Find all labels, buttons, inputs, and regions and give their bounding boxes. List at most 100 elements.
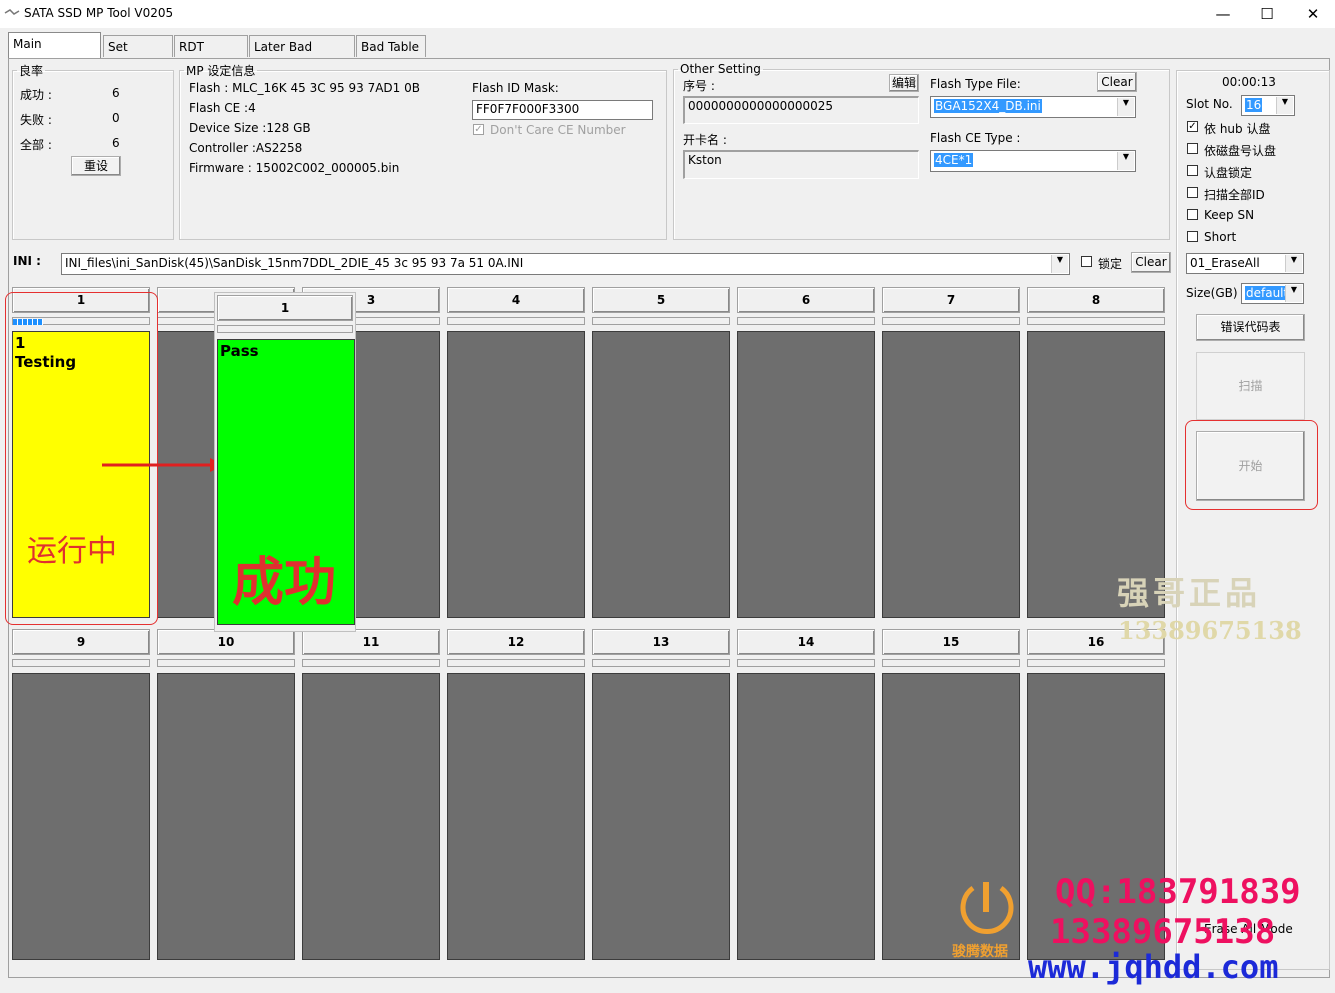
fail-value: 0: [112, 111, 120, 125]
slot-header-bottom-4[interactable]: 12: [447, 629, 585, 655]
option-checkbox[interactable]: [1187, 143, 1198, 154]
chevron-down-icon[interactable]: ▼: [1051, 255, 1068, 273]
flash-type-file-select[interactable]: BGA152X4_DB.ini ▼: [930, 96, 1136, 118]
slot-header-top-6[interactable]: 6: [737, 287, 875, 313]
maximize-button[interactable]: ☐: [1252, 4, 1282, 24]
chevron-down-icon[interactable]: ▼: [1117, 152, 1134, 170]
slot-header-top-8[interactable]: 8: [1027, 287, 1165, 313]
ini-file-select[interactable]: INI_files\ini_SanDisk(45)\SanDisk_15nm7D…: [61, 253, 1070, 275]
slot-no-select[interactable]: 16 ▼: [1241, 95, 1295, 116]
slot-status-bar-bottom-8: [1027, 659, 1165, 667]
slot-body-top-5[interactable]: [592, 331, 730, 618]
slot-header-top-5[interactable]: 5: [592, 287, 730, 313]
dont-care-ce-label: Don't Care CE Number: [490, 123, 626, 137]
error-code-button[interactable]: 错误代码表: [1196, 314, 1305, 341]
slot-header-bottom-2[interactable]: 10: [157, 629, 295, 655]
option-checkbox[interactable]: [1187, 231, 1198, 242]
logo-text: 骏腾数据: [952, 944, 1008, 960]
title-bar: SATA SSD MP Tool V0205 — ☐ ✕: [0, 0, 1335, 28]
option-label: Short: [1204, 230, 1237, 244]
slot-status-bar-top-4: [447, 317, 585, 325]
slot-no-label: Slot No.: [1186, 97, 1233, 111]
slot-body-top-4[interactable]: [447, 331, 585, 618]
slot-status-bar-top-6: [737, 317, 875, 325]
option-checkbox[interactable]: [1187, 165, 1198, 176]
slot-body-bottom-3[interactable]: [302, 673, 440, 960]
slot-header-bottom-1[interactable]: 9: [12, 629, 150, 655]
slot-header-bottom-5[interactable]: 13: [592, 629, 730, 655]
phone2-watermark: 13389675138: [1050, 912, 1276, 952]
option-checkbox[interactable]: [1187, 209, 1198, 220]
slot-status-bar-bottom-7: [882, 659, 1020, 667]
brand-watermark: 强哥正品: [1117, 574, 1262, 612]
slot-body-bottom-1[interactable]: [12, 673, 150, 960]
slot-status-bar-top-5: [592, 317, 730, 325]
popup-slot-body[interactable]: Pass 成功: [217, 339, 355, 625]
success-annotation: 成功: [232, 553, 337, 613]
chevron-down-icon[interactable]: ▼: [1276, 97, 1293, 114]
slot-body-top-7[interactable]: [882, 331, 1020, 618]
controller-info: Controller :AS2258: [189, 141, 303, 155]
option-label: 依磁盘号认盘: [1204, 144, 1277, 158]
tab-set-param[interactable]: Set Param: [103, 35, 173, 76]
tab-main-function[interactable]: Main Function: [8, 32, 101, 73]
reset-button[interactable]: 重设: [71, 156, 121, 176]
slot-header-bottom-3[interactable]: 11: [302, 629, 440, 655]
edit-button[interactable]: 编辑: [889, 74, 919, 92]
option-checkbox[interactable]: ✓: [1187, 121, 1198, 132]
chevron-down-icon[interactable]: ▼: [1285, 255, 1302, 272]
start-highlight-box: [1185, 420, 1318, 510]
success-label: 成功 :: [20, 88, 52, 102]
tab-rdt-result[interactable]: RDT Result: [174, 35, 248, 76]
chevron-down-icon[interactable]: ▼: [1117, 98, 1134, 116]
url-watermark: www.jqhdd.com: [1028, 948, 1279, 986]
popup-slot-bar: [217, 325, 353, 333]
popup-slot-status: Pass: [220, 342, 259, 360]
flash-type-clear-button[interactable]: Clear: [1097, 72, 1137, 92]
slot-body-bottom-5[interactable]: [592, 673, 730, 960]
ini-clear-button[interactable]: Clear: [1131, 252, 1171, 273]
control-group: [1176, 70, 1330, 970]
slot-body-bottom-6[interactable]: [737, 673, 875, 960]
minimize-button[interactable]: —: [1208, 4, 1238, 24]
slot-status-bar-bottom-6: [737, 659, 875, 667]
tab-bad-table[interactable]: Bad Table: [356, 35, 426, 57]
slot-body-top-6[interactable]: [737, 331, 875, 618]
slot-no-value: 16: [1245, 98, 1263, 112]
slot-header-bottom-7[interactable]: 15: [882, 629, 1020, 655]
slot-status-bar-bottom-2: [157, 659, 295, 667]
lock-checkbox[interactable]: [1081, 256, 1092, 267]
size-label: Size(GB): [1186, 286, 1238, 300]
chevron-down-icon[interactable]: ▼: [1285, 285, 1302, 302]
arrow-icon: [102, 458, 224, 472]
size-select[interactable]: default ▼: [1241, 283, 1304, 304]
scan-button[interactable]: 扫描: [1196, 352, 1305, 420]
option-checkbox[interactable]: [1187, 187, 1198, 198]
option-label: Keep SN: [1204, 208, 1255, 222]
slot-status-bar-top-8: [1027, 317, 1165, 325]
slot-body-bottom-2[interactable]: [157, 673, 295, 960]
slot-status-bar-bottom-3: [302, 659, 440, 667]
slot-header-top-7[interactable]: 7: [882, 287, 1020, 313]
popup-slot-header[interactable]: 1: [217, 295, 353, 321]
fail-label: 失败 :: [20, 113, 52, 127]
slot-header-top-4[interactable]: 4: [447, 287, 585, 313]
mode-select[interactable]: 01_EraseAll ▼: [1186, 253, 1304, 274]
popup-slot-panel: 1 Pass 成功: [214, 292, 356, 632]
flash-id-mask-input[interactable]: FF0F7F000F3300: [472, 100, 653, 120]
elapsed-timer: 00:00:13: [1222, 75, 1276, 89]
window-title: SATA SSD MP Tool V0205: [24, 6, 174, 20]
yield-legend: 良率: [19, 64, 44, 78]
flash-ce-type-select[interactable]: 4CE*1 ▼: [930, 150, 1136, 172]
dont-care-ce-checkbox[interactable]: ✓: [473, 124, 484, 135]
size-value: default: [1245, 286, 1290, 300]
tab-later-bad-result[interactable]: Later Bad Result: [249, 35, 355, 76]
slot-body-bottom-4[interactable]: [447, 673, 585, 960]
close-button[interactable]: ✕: [1298, 4, 1328, 24]
slot-status-bar-bottom-4: [447, 659, 585, 667]
other-setting-legend: Other Setting: [680, 62, 761, 76]
card-name-input[interactable]: Kston: [683, 150, 919, 179]
slot-header-bottom-6[interactable]: 14: [737, 629, 875, 655]
serial-input[interactable]: 0000000000000000025: [683, 96, 919, 124]
total-label: 全部 :: [20, 138, 52, 152]
